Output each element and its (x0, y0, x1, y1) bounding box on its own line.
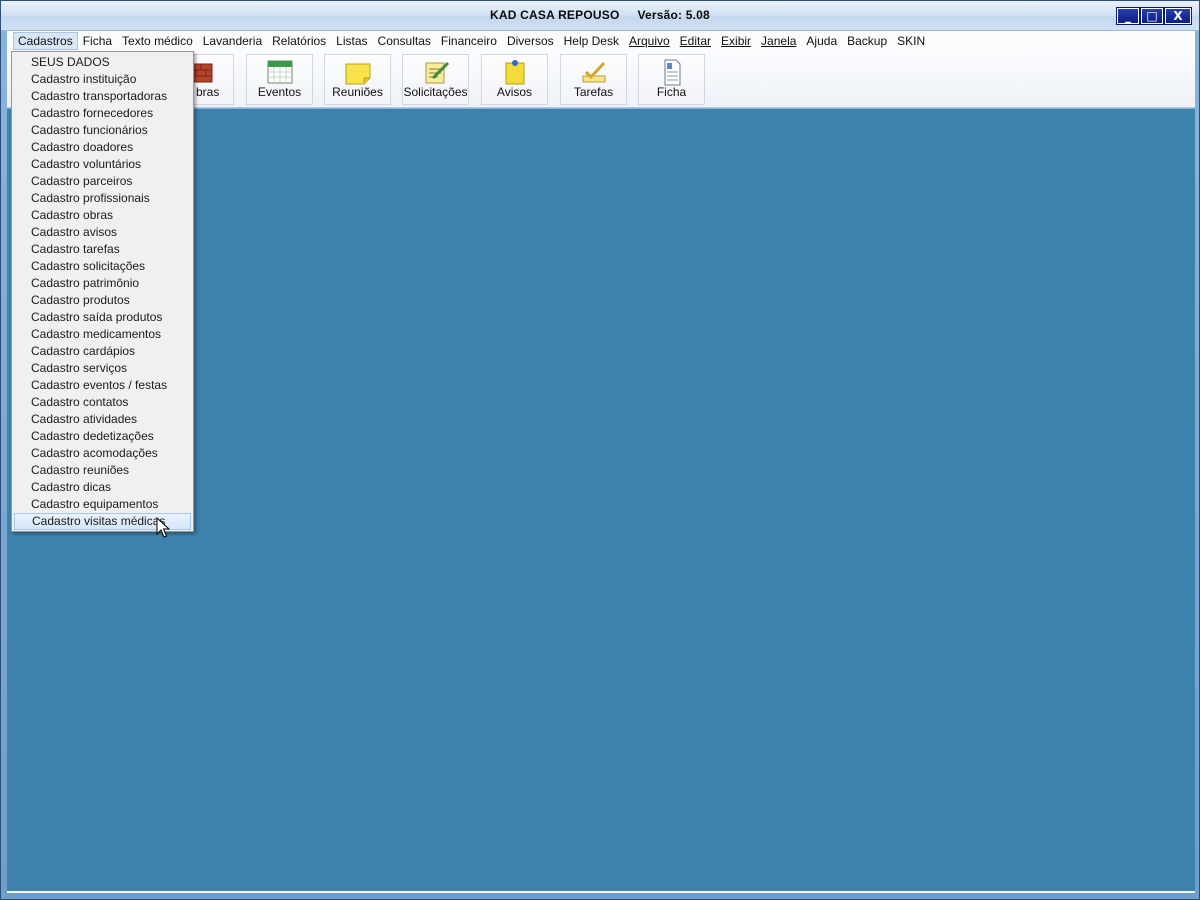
sticky-note-icon (345, 63, 370, 85)
minimize-button[interactable]: _ (1116, 7, 1140, 25)
toolbar-tarefas-button[interactable]: Tarefas (560, 54, 627, 105)
menu-item-cadastro-doadores[interactable]: Cadastro doadores (12, 139, 193, 156)
close-button[interactable]: X (1164, 7, 1192, 25)
toolbar-avisos-button[interactable]: Avisos (481, 54, 548, 105)
toolbar-eventos-label: Eventos (257, 85, 302, 99)
menu-item-cadastro-funcionarios[interactable]: Cadastro funcionários (12, 122, 193, 139)
menu-backup[interactable]: Backup (842, 32, 892, 50)
menu-item-cadastro-atividades[interactable]: Cadastro atividades (12, 411, 193, 428)
toolbar-solicitacoes-button[interactable]: Solicitações (402, 54, 469, 105)
pinned-note-icon (505, 60, 524, 85)
notepad-pencil-icon (425, 61, 449, 84)
menu-item-cadastro-avisos[interactable]: Cadastro avisos (12, 224, 193, 241)
menu-item-cadastro-contatos[interactable]: Cadastro contatos (12, 394, 193, 411)
toolbar-tarefas-label: Tarefas (573, 85, 614, 99)
menu-item-cadastro-instituicao[interactable]: Cadastro instituição (12, 71, 193, 88)
menu-item-cadastro-saida-produtos[interactable]: Cadastro saída produtos (12, 309, 193, 326)
menu-item-cadastro-medicamentos[interactable]: Cadastro medicamentos (12, 326, 193, 343)
app-title: KAD CASA REPOUSO (490, 8, 620, 22)
menu-lavanderia[interactable]: Lavanderia (198, 32, 267, 50)
menu-ajuda[interactable]: Ajuda (801, 32, 842, 50)
menu-consultas[interactable]: Consultas (373, 32, 436, 50)
menu-diversos[interactable]: Diversos (502, 32, 559, 50)
menu-arquivo[interactable]: Arquivo (624, 32, 675, 50)
menu-janela[interactable]: Janela (756, 32, 801, 50)
menu-bar: Cadastros Ficha Texto médico Lavanderia … (7, 31, 1195, 51)
menu-item-seus-dados[interactable]: SEUS DADOS (12, 54, 193, 71)
cadastros-dropdown-menu: SEUS DADOS Cadastro instituição Cadastro… (11, 51, 194, 532)
menu-item-cadastro-eventos-festas[interactable]: Cadastro eventos / festas (12, 377, 193, 394)
menu-item-cadastro-obras[interactable]: Cadastro obras (12, 207, 193, 224)
menu-item-cadastro-solicitacoes[interactable]: Cadastro solicitações (12, 258, 193, 275)
menu-exibir[interactable]: Exibir (716, 32, 756, 50)
menu-item-cadastro-equipamentos[interactable]: Cadastro equipamentos (12, 496, 193, 513)
menu-listas[interactable]: Listas (331, 32, 372, 50)
maximize-button[interactable]: □ (1140, 7, 1164, 25)
toolbar-ficha-button[interactable]: Ficha (638, 54, 705, 105)
menu-ficha[interactable]: Ficha (78, 32, 117, 50)
app-version: Versão: 5.08 (637, 8, 710, 22)
title-bar[interactable]: KAD CASA REPOUSO Versão: 5.08 _ □ X (1, 1, 1199, 31)
window-title: KAD CASA REPOUSO Versão: 5.08 (1, 8, 1199, 22)
menu-item-cadastro-patrimonio[interactable]: Cadastro patrimônio (12, 275, 193, 292)
menu-item-cadastro-fornecedores[interactable]: Cadastro fornecedores (12, 105, 193, 122)
mouse-cursor-icon (156, 517, 170, 538)
toolbar-reunioes-label: Reuniões (332, 85, 383, 99)
status-strip (7, 891, 1195, 893)
menu-item-cadastro-cardapios[interactable]: Cadastro cardápios (12, 343, 193, 360)
menu-item-cadastro-dicas[interactable]: Cadastro dicas (12, 479, 193, 496)
menu-skin[interactable]: SKIN (892, 32, 930, 50)
menu-help-desk[interactable]: Help Desk (559, 32, 624, 50)
menu-item-cadastro-dedetizacoes[interactable]: Cadastro dedetizações (12, 428, 193, 445)
menu-item-cadastro-produtos[interactable]: Cadastro produtos (12, 292, 193, 309)
toolbar-eventos-button[interactable]: Eventos (246, 54, 313, 105)
menu-cadastros[interactable]: Cadastros (13, 32, 78, 50)
toolbar-reunioes-button[interactable]: Reuniões (324, 54, 391, 105)
menu-financeiro[interactable]: Financeiro (436, 32, 502, 50)
calendar-icon (267, 60, 292, 84)
toolbar-solicitacoes-label: Solicitações (403, 85, 468, 99)
menu-item-cadastro-voluntarios[interactable]: Cadastro voluntários (12, 156, 193, 173)
menu-item-cadastro-tarefas[interactable]: Cadastro tarefas (12, 241, 193, 258)
menu-relatorios[interactable]: Relatórios (267, 32, 331, 50)
checkmark-pencil-icon (582, 61, 605, 83)
menu-item-cadastro-transportadoras[interactable]: Cadastro transportadoras (12, 88, 193, 105)
document-icon (664, 59, 680, 86)
menu-item-cadastro-profissionais[interactable]: Cadastro profissionais (12, 190, 193, 207)
menu-editar[interactable]: Editar (675, 32, 716, 50)
toolbar-obras-label: bras (196, 85, 220, 99)
menu-item-cadastro-parceiros[interactable]: Cadastro parceiros (12, 173, 193, 190)
menu-texto-medico[interactable]: Texto médico (117, 32, 198, 50)
menu-item-cadastro-reunioes[interactable]: Cadastro reuniões (12, 462, 193, 479)
toolbar-avisos-label: Avisos (496, 85, 533, 99)
toolbar-ficha-label: Ficha (656, 85, 687, 99)
menu-item-cadastro-servicos[interactable]: Cadastro serviços (12, 360, 193, 377)
menu-item-cadastro-acomodacoes[interactable]: Cadastro acomodações (12, 445, 193, 462)
